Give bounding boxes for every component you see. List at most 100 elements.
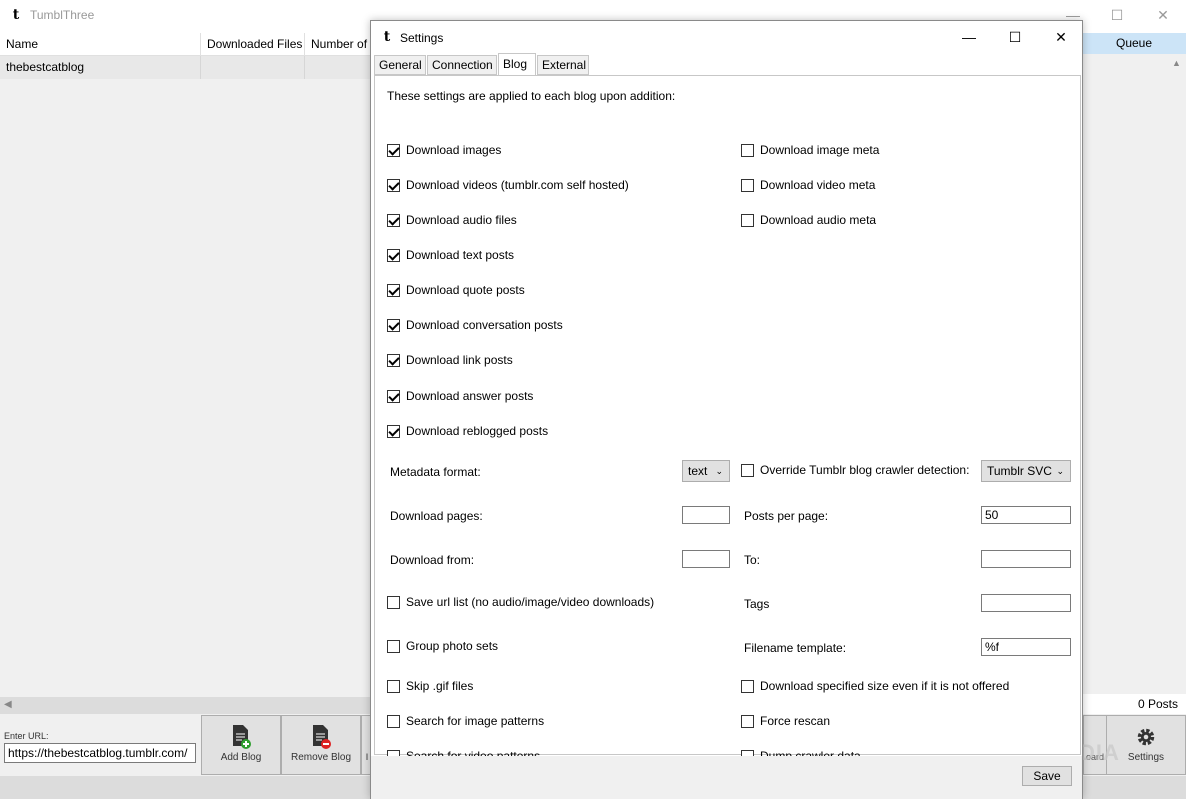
tags-input[interactable] xyxy=(981,594,1071,612)
tab-blog[interactable]: Blog xyxy=(498,53,536,76)
dialog-minimize-button[interactable]: — xyxy=(946,21,992,53)
add-blog-button[interactable]: Add Blog xyxy=(201,715,281,775)
download-pages-label: Download pages: xyxy=(390,509,483,523)
filename-template-label: Filename template: xyxy=(744,641,847,655)
checkbox-box[interactable] xyxy=(387,390,400,403)
checkbox-box[interactable] xyxy=(387,640,400,653)
checkbox-download-link-posts[interactable]: Download link posts xyxy=(387,353,513,369)
checkbox-box[interactable] xyxy=(387,319,400,332)
blog-grid-header: Name Downloaded Files Number of xyxy=(0,33,372,56)
cell-blog-name: thebestcatblog xyxy=(0,56,201,79)
checkbox-download-video-meta[interactable]: Download video meta xyxy=(741,178,875,194)
tab-connection[interactable]: Connection xyxy=(427,55,497,75)
checkbox-group-photo-sets[interactable]: Group photo sets xyxy=(387,639,498,655)
checkbox-download-conversation-posts[interactable]: Download conversation posts xyxy=(387,318,563,334)
metadata-format-value: text xyxy=(688,464,708,478)
download-from-label: Download from: xyxy=(390,553,475,567)
gear-icon xyxy=(1137,728,1155,746)
checkbox-download-quote-posts[interactable]: Download quote posts xyxy=(387,283,525,299)
column-header-number-of[interactable]: Number of xyxy=(305,33,372,56)
checkbox-force-rescan[interactable]: Force rescan xyxy=(741,714,830,730)
settings-tabs: General Connection Blog External xyxy=(374,53,1082,76)
tags-label: Tags xyxy=(744,597,770,611)
checkbox-label: Skip .gif files xyxy=(406,679,474,693)
queue-header: Queue xyxy=(1082,33,1186,54)
checkbox-download-audio-files[interactable]: Download audio files xyxy=(387,213,517,229)
close-button[interactable]: ✕ xyxy=(1140,0,1186,31)
blog-settings-panel: These settings are applied to each blog … xyxy=(374,75,1081,763)
column-header-name[interactable]: Name xyxy=(0,33,201,56)
checkbox-box[interactable] xyxy=(387,249,400,262)
settings-titlebar: t Settings — ☐ ✕ xyxy=(371,21,1082,53)
checkbox-box[interactable] xyxy=(741,715,754,728)
main-window-title: TumblThree xyxy=(30,8,95,22)
checkbox-label: Override Tumblr blog crawler detection: xyxy=(760,463,970,477)
checkbox-label: Download reblogged posts xyxy=(406,424,549,438)
checkbox-box[interactable] xyxy=(387,179,400,192)
remove-blog-button[interactable]: Remove Blog xyxy=(281,715,361,775)
app-logo-icon: t xyxy=(383,29,391,45)
table-row[interactable]: thebestcatblog xyxy=(0,56,372,79)
blog-grid-empty-area xyxy=(0,79,372,697)
checkbox-download-videos[interactable]: Download videos (tumblr.com self hosted) xyxy=(387,178,629,194)
checkbox-download-text-posts[interactable]: Download text posts xyxy=(387,248,514,264)
checkbox-search-image-patterns[interactable]: Search for image patterns xyxy=(387,714,544,730)
dialog-maximize-button[interactable]: ☐ xyxy=(992,21,1038,53)
checkbox-box[interactable] xyxy=(387,214,400,227)
download-from-input[interactable] xyxy=(682,550,730,568)
checkbox-download-image-meta[interactable]: Download image meta xyxy=(741,143,879,159)
download-pages-input[interactable] xyxy=(682,506,730,524)
app-logo-icon: t xyxy=(12,7,20,23)
checkbox-label: Download text posts xyxy=(406,248,515,262)
checkbox-box[interactable] xyxy=(387,284,400,297)
checkbox-box[interactable] xyxy=(741,214,754,227)
maximize-button[interactable]: ☐ xyxy=(1094,0,1140,31)
url-input[interactable]: https://thebestcatblog.tumblr.com/ xyxy=(4,743,196,763)
checkbox-label: Download quote posts xyxy=(406,283,525,297)
checkbox-box[interactable] xyxy=(741,464,754,477)
checkbox-label: Download audio meta xyxy=(760,213,877,227)
dialog-close-button[interactable]: ✕ xyxy=(1038,21,1084,53)
checkbox-label: Download images xyxy=(406,143,502,157)
checkbox-skip-gif[interactable]: Skip .gif files xyxy=(387,679,473,695)
checkbox-box[interactable] xyxy=(387,144,400,157)
checkbox-label: Search for image patterns xyxy=(406,714,545,728)
checkbox-box[interactable] xyxy=(741,179,754,192)
checkbox-download-audio-meta[interactable]: Download audio meta xyxy=(741,213,876,229)
checkbox-label: Download video meta xyxy=(760,178,876,192)
horizontal-scrollbar[interactable]: ◀ xyxy=(0,697,372,714)
checkbox-download-answer-posts[interactable]: Download answer posts xyxy=(387,389,533,405)
checkbox-box[interactable] xyxy=(387,354,400,367)
settings-intro-text: These settings are applied to each blog … xyxy=(387,89,676,103)
checkbox-download-images[interactable]: Download images xyxy=(387,143,501,159)
to-input[interactable] xyxy=(981,550,1071,568)
metadata-format-select[interactable]: text ⌄ xyxy=(682,460,730,482)
save-button[interactable]: Save xyxy=(1022,766,1072,786)
scroll-up-icon[interactable]: ▲ xyxy=(1172,58,1181,68)
checkbox-box[interactable] xyxy=(387,680,400,693)
column-header-downloaded-files[interactable]: Downloaded Files xyxy=(201,33,305,56)
settings-title: Settings xyxy=(400,31,444,45)
checkbox-label: Download link posts xyxy=(406,353,513,367)
add-blog-icon xyxy=(233,725,251,749)
queue-scrollbar[interactable] xyxy=(1170,54,1186,694)
checkbox-download-reblogged-posts[interactable]: Download reblogged posts xyxy=(387,424,548,440)
scroll-left-icon[interactable]: ◀ xyxy=(4,699,12,710)
filename-template-input[interactable]: %f xyxy=(981,638,1071,656)
checkbox-download-specified-size[interactable]: Download specified size even if it is no… xyxy=(741,679,1009,695)
tab-general[interactable]: General xyxy=(374,55,426,75)
checkbox-box[interactable] xyxy=(741,144,754,157)
checkbox-save-url-list[interactable]: Save url list (no audio/image/video down… xyxy=(387,595,654,611)
checkbox-label: Download audio files xyxy=(406,213,517,227)
posts-per-page-input[interactable]: 50 xyxy=(981,506,1071,524)
checkbox-override-crawler[interactable]: Override Tumblr blog crawler detection: xyxy=(741,463,969,479)
checkbox-box[interactable] xyxy=(387,425,400,438)
posts-per-page-label: Posts per page: xyxy=(744,509,829,523)
cell-number-of xyxy=(305,56,372,79)
checkbox-box[interactable] xyxy=(387,596,400,609)
crawler-select[interactable]: Tumblr SVC ⌄ xyxy=(981,460,1071,482)
url-label: Enter URL: xyxy=(4,731,49,741)
checkbox-box[interactable] xyxy=(741,680,754,693)
tab-external[interactable]: External xyxy=(537,55,589,75)
checkbox-box[interactable] xyxy=(387,715,400,728)
